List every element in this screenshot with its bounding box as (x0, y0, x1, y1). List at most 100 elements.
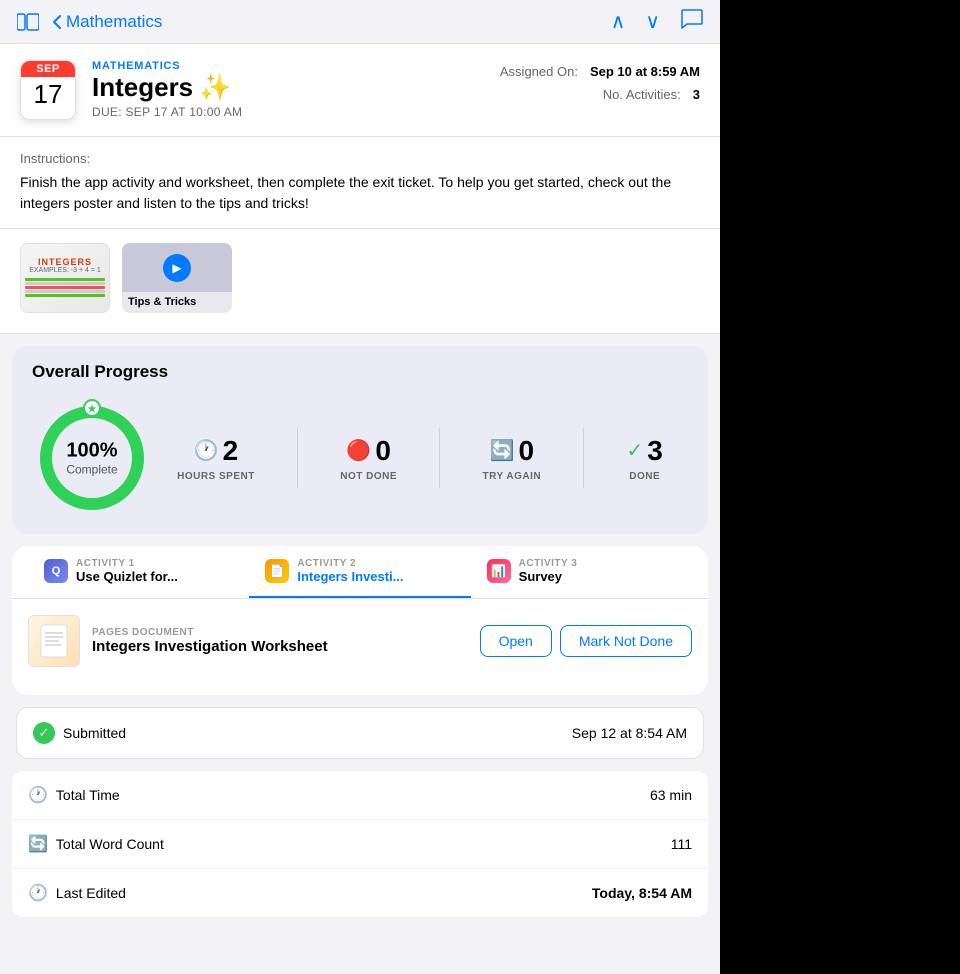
hours-value: 2 (223, 435, 239, 467)
done-stat: ✓ 3 DONE (619, 435, 671, 482)
word-count-value: 111 (671, 836, 692, 852)
calendar-icon: SEP 17 (20, 60, 76, 120)
nav-right: ∧ ∨ (611, 8, 704, 36)
activity-2-name: Integers Investi... (297, 569, 454, 584)
progress-percent: 100% (66, 440, 117, 463)
doc-type-label: PAGES DOCUMENT (92, 627, 468, 638)
document-detail: PAGES DOCUMENT Integers Investigation Wo… (12, 599, 708, 695)
assigned-on-value: Sep 10 at 8:59 AM (590, 64, 700, 79)
back-label: Mathematics (66, 12, 162, 32)
progress-title: Overall Progress (32, 362, 688, 382)
try-again-label: TRY AGAIN (483, 471, 542, 482)
progress-complete-label: Complete (66, 463, 117, 477)
activity-tab-1[interactable]: Q ACTIVITY 1 Use Quizlet for... (28, 546, 249, 598)
top-nav: Mathematics ∧ ∨ (0, 0, 720, 44)
back-button[interactable]: Mathematics (52, 12, 162, 32)
try-again-value: 0 (518, 435, 534, 467)
activity-3-name: Survey (519, 569, 676, 584)
total-time-icon: 🕐 (28, 785, 48, 805)
progress-content: ★ 100% Complete 🕐 2 HOURS SPENT (32, 398, 688, 518)
pages-icon: 📄 (265, 559, 289, 583)
not-done-label: NOT DONE (340, 471, 397, 482)
try-again-stat: 🔄 0 TRY AGAIN (475, 435, 550, 482)
total-time-value: 63 min (650, 787, 692, 803)
nav-left: Mathematics (16, 10, 162, 34)
activity-tab-3[interactable]: 📊 ACTIVITY 3 Survey (471, 546, 692, 598)
doc-stats-rows: 🕐 Total Time 63 min 🔄 Total Word Count 1… (12, 771, 708, 917)
no-activities-row: No. Activities: 3 (603, 87, 700, 102)
activity-tabs: Q ACTIVITY 1 Use Quizlet for... 📄 ACTIVI… (12, 546, 708, 599)
no-activities-label: No. Activities: (603, 87, 681, 102)
hours-spent-stat: 🕐 2 HOURS SPENT (169, 435, 263, 482)
instructions-section: Instructions: Finish the app activity an… (0, 137, 720, 229)
svg-text:★: ★ (88, 404, 97, 415)
word-count-row: 🔄 Total Word Count 111 (12, 820, 708, 869)
poster-title: INTEGERS (38, 258, 92, 268)
activity-1-name: Use Quizlet for... (76, 569, 233, 584)
down-arrow-icon[interactable]: ∨ (645, 9, 660, 34)
integers-poster-attachment[interactable]: INTEGERS EXAMPLES: -3 + 4 = 1 (20, 243, 110, 313)
header-left: SEP 17 MATHEMATICS Integers ✨ DUE: SEP 1… (20, 60, 242, 120)
overall-progress-section: Overall Progress ★ 100% Complete 🕐 (12, 346, 708, 534)
sidebar-toggle-button[interactable] (16, 10, 40, 34)
no-activities-value: 3 (693, 87, 700, 102)
word-count-label: Total Word Count (56, 836, 164, 852)
clock-icon: 🕐 (194, 438, 219, 463)
subject-label: MATHEMATICS (92, 60, 242, 72)
tips-tricks-video-attachment[interactable]: ▶ Tips & Tricks 1:20 (122, 243, 232, 313)
progress-stats: 🕐 2 HOURS SPENT 🔴 0 NOT DONE 🔄 (152, 428, 688, 488)
not-done-stat: 🔴 0 NOT DONE (332, 435, 405, 482)
assignment-info: MATHEMATICS Integers ✨ DUE: SEP 17 AT 10… (92, 60, 242, 119)
not-done-value: 0 (375, 435, 391, 467)
submitted-status: Submitted (63, 725, 126, 741)
last-edited-label: Last Edited (56, 885, 126, 901)
stat-divider-3 (583, 428, 584, 488)
video-duration: 1:20 (122, 312, 232, 313)
title-emoji: ✨ (199, 72, 231, 103)
doc-header: PAGES DOCUMENT Integers Investigation Wo… (28, 615, 692, 667)
header-right: Assigned On: Sep 10 at 8:59 AM No. Activ… (500, 60, 700, 102)
not-done-icon: 🔴 (346, 438, 371, 463)
total-time-row: 🕐 Total Time 63 min (12, 771, 708, 820)
calendar-day: 17 (21, 77, 75, 111)
doc-info: PAGES DOCUMENT Integers Investigation Wo… (92, 627, 468, 655)
done-value: 3 (647, 435, 663, 467)
assigned-on-row: Assigned On: Sep 10 at 8:59 AM (500, 64, 700, 79)
assignment-header: SEP 17 MATHEMATICS Integers ✨ DUE: SEP 1… (0, 44, 720, 137)
activity-1-number: ACTIVITY 1 (76, 558, 233, 569)
up-arrow-icon[interactable]: ∧ (611, 9, 626, 34)
try-again-icon: 🔄 (490, 438, 515, 463)
play-icon: ▶ (163, 254, 191, 282)
submitted-time: Sep 12 at 8:54 AM (572, 725, 687, 741)
activity-tab-2[interactable]: 📄 ACTIVITY 2 Integers Investi... (249, 546, 470, 598)
open-button[interactable]: Open (480, 625, 552, 657)
comment-icon[interactable] (680, 8, 704, 36)
survey-icon: 📊 (487, 559, 511, 583)
doc-actions: Open Mark Not Done (480, 625, 692, 657)
doc-name: Integers Investigation Worksheet (92, 638, 468, 655)
quizlet-icon: Q (44, 559, 68, 583)
word-count-icon: 🔄 (28, 834, 48, 854)
poster-subtitle: EXAMPLES: -3 + 4 = 1 (29, 267, 101, 274)
hours-label: HOURS SPENT (177, 471, 255, 482)
submitted-check-icon: ✓ (33, 722, 55, 744)
calendar-month: SEP (21, 61, 75, 77)
doc-thumbnail (28, 615, 80, 667)
stat-divider-1 (297, 428, 298, 488)
activity-2-number: ACTIVITY 2 (297, 558, 454, 569)
stat-divider-2 (439, 428, 440, 488)
mark-not-done-button[interactable]: Mark Not Done (560, 625, 692, 657)
due-date: DUE: SEP 17 AT 10:00 AM (92, 105, 242, 119)
instructions-text: Finish the app activity and worksheet, t… (20, 172, 700, 214)
assigned-on-label: Assigned On: (500, 64, 578, 79)
assignment-title: Integers ✨ (92, 72, 242, 103)
total-time-label: Total Time (56, 787, 120, 803)
done-label: DONE (629, 471, 660, 482)
activity-3-number: ACTIVITY 3 (519, 558, 676, 569)
submitted-row: ✓ Submitted Sep 12 at 8:54 AM (16, 707, 704, 759)
activities-section: Q ACTIVITY 1 Use Quizlet for... 📄 ACTIVI… (12, 546, 708, 695)
done-icon: ✓ (627, 438, 644, 463)
video-label: Tips & Tricks (122, 292, 232, 312)
progress-donut: ★ 100% Complete (32, 398, 152, 518)
instructions-label: Instructions: (20, 151, 700, 166)
